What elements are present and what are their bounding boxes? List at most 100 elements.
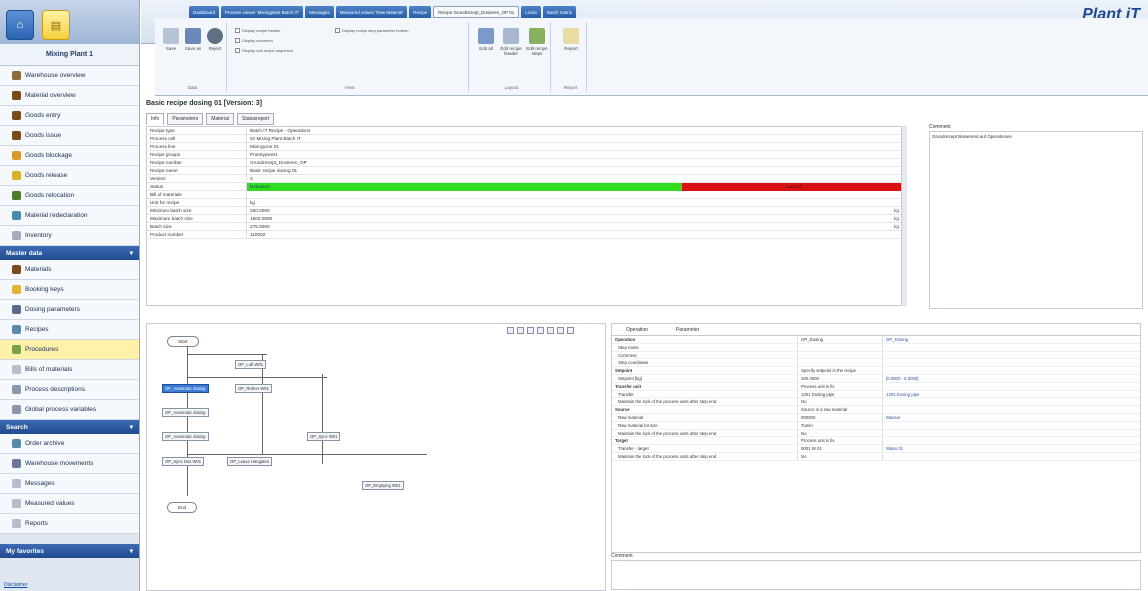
master-data-header[interactable]: Master data ▾ (0, 246, 139, 260)
tab-6[interactable]: Locks (521, 6, 542, 18)
sidebar-item-dosing[interactable]: Dosing parameters (0, 300, 139, 320)
operation-cell-b[interactable]: No (797, 398, 882, 406)
start-node[interactable]: Start (167, 336, 199, 347)
tab-5[interactable]: Recipe Grundrezept_Dosieren_OP 01 (433, 6, 520, 18)
display-unit-sequence-check[interactable]: Display unit recipe sequence (235, 48, 293, 53)
collapse-icon[interactable]: ▾ (130, 547, 133, 555)
operation-row[interactable]: Step name (612, 343, 1140, 352)
operation-cell-b[interactable]: No (797, 429, 882, 437)
sidebar-item-archive[interactable]: Order archive (0, 434, 139, 454)
operation-cell-b[interactable]: Source is a raw material (797, 406, 882, 413)
operation-row[interactable]: Raw material lot size Tumin (612, 421, 1140, 430)
property-value[interactable] (247, 191, 905, 198)
op-automatic-dosing-node[interactable]: OP_Automatic dosing (162, 384, 209, 393)
sidebar-item-inventory[interactable]: Inventory (0, 226, 139, 246)
sidebar-item-process[interactable]: Process descriptions (0, 380, 139, 400)
tab-4[interactable]: Recipe (409, 6, 432, 18)
operation-row[interactable]: Transfer unit Process unit is fix (612, 382, 1140, 391)
save-button[interactable]: Save (161, 28, 181, 51)
operation-cell-b[interactable] (797, 343, 882, 351)
operation-cell-c[interactable] (882, 429, 1140, 437)
operation-row[interactable]: Maintain the lock of the process units a… (612, 452, 1140, 461)
edit-steps-button[interactable]: Edit recipe steps (525, 28, 549, 56)
operation-cell-c[interactable]: 1301 Dosing pipe (882, 390, 1140, 398)
op-leave-node[interactable]: OP_Leave Hangaten (227, 457, 273, 466)
operation-cell-c[interactable] (882, 452, 1140, 460)
edit-header-button[interactable]: Edit recipe header (499, 28, 523, 56)
operation-cell-b[interactable]: Process unit is fix (797, 382, 882, 390)
zoom-in-icon[interactable] (517, 327, 524, 334)
operation-cell-c[interactable] (882, 437, 1140, 445)
sidebar-item-goods-release[interactable]: Goods release (0, 166, 139, 186)
operation-cell-b[interactable]: 0001 W 01 (797, 445, 882, 452)
sidebar-item-goods-issue[interactable]: Goods issue (0, 126, 139, 146)
property-value[interactable]: 275.0000 kg (247, 223, 905, 230)
grid-icon[interactable] (557, 327, 564, 334)
sidebar-item-goods-entry[interactable]: Goods entry (0, 106, 139, 126)
operation-cell-b[interactable] (797, 351, 882, 359)
operation-row[interactable]: Maintain the lock of the process units a… (612, 398, 1140, 407)
status-released[interactable]: Released (247, 183, 682, 191)
property-value[interactable]: 3 (247, 175, 905, 182)
report-button[interactable]: Report (559, 28, 583, 51)
status-cell[interactable]: Released Locked (247, 183, 905, 191)
operation-row[interactable]: Operation OP_Dosing OP_Dosing (612, 336, 1140, 344)
operation-row[interactable]: Step coordinate (612, 359, 1140, 368)
tab-statusreport[interactable]: Statusreport (236, 113, 275, 125)
property-value[interactable]: 01 Mixing Plant Batch IT (247, 135, 905, 142)
sidebar-item-warehouse[interactable]: Warehouse overview (0, 66, 139, 86)
pointer-icon[interactable] (507, 327, 514, 334)
sidebar-item-recipes[interactable]: Recipes (0, 320, 139, 340)
operation-row[interactable]: Raw material 000000 Wasser (612, 413, 1140, 422)
display-recipe-header-check[interactable]: Display recipe header (235, 28, 281, 33)
tab-material[interactable]: Material (206, 113, 234, 125)
tab-operation[interactable]: Operation (612, 324, 662, 335)
tab-3[interactable]: Measured values 'Raw Material' (335, 6, 408, 18)
tab-info[interactable]: Info (146, 113, 165, 125)
favorites-header[interactable]: My favorites ▾ (0, 544, 139, 558)
sidebar-item-reports[interactable]: Reports (0, 514, 139, 534)
operation-cell-c[interactable] (882, 406, 1140, 413)
sidebar-item-procedures[interactable]: Procedures (0, 340, 139, 360)
sidebar-item-material[interactable]: Material overview (0, 86, 139, 106)
op-emptying-node[interactable]: OP_Emptying W01 (362, 481, 404, 490)
property-value[interactable]: kg (247, 199, 905, 206)
property-value[interactable]: Basic recipe dosing 01 (247, 167, 905, 174)
operation-cell-c[interactable]: Wasser (882, 413, 1140, 421)
sort-icon[interactable] (567, 327, 574, 334)
property-value[interactable]: 1500.0000 kg (247, 215, 905, 222)
operation-cell-c[interactable] (882, 398, 1140, 406)
operation-cell-c[interactable]: [0.0000 - 5.0000] (882, 374, 1140, 382)
op-sync-node[interactable]: OP_Sync W01 (307, 432, 341, 441)
reject-button[interactable]: Reject (205, 28, 225, 51)
sidebar-item-movements[interactable]: Warehouse movements (0, 454, 139, 474)
operation-row[interactable]: Source Source is a raw material (612, 406, 1140, 414)
display-comment-check[interactable]: Display comment (235, 38, 273, 43)
operation-row[interactable]: Setpoint [kg] 100.0000 [0.0000 - 5.0000] (612, 374, 1140, 383)
op-luft-node[interactable]: OP_Luft W01 (235, 360, 267, 369)
operation-cell-c[interactable] (882, 351, 1140, 359)
operation-cell-b[interactable]: Tumin (797, 421, 882, 429)
chart-icon[interactable] (547, 327, 554, 334)
operation-cell-b[interactable]: 100.0000 (797, 374, 882, 382)
operation-comment-textarea[interactable] (611, 560, 1141, 590)
zoom-out-icon[interactable] (527, 327, 534, 334)
search-header[interactable]: Search ▾ (0, 420, 139, 434)
tab-2[interactable]: Messages (305, 6, 334, 18)
disclaimer-link[interactable]: Disclaimer (4, 582, 27, 588)
operation-cell-b[interactable]: OP_Dosing (797, 336, 882, 343)
collapse-icon[interactable]: ▾ (130, 249, 133, 257)
operation-cell-b[interactable]: Process unit is fix (797, 437, 882, 445)
tab-parameters[interactable]: Parameters (167, 113, 204, 125)
property-value[interactable]: 110002 (247, 231, 905, 238)
property-value[interactable]: 250.0000 kg (247, 207, 905, 214)
property-value[interactable]: Batch IT Recipe - Operations (247, 127, 905, 134)
op-ruehrer-node[interactable]: OP_Rührer W01 (235, 384, 272, 393)
save-as-button[interactable]: Save as (183, 28, 203, 51)
operation-cell-c[interactable]: Waan 01 (882, 445, 1140, 452)
sidebar-item-bom[interactable]: Bills of materials (0, 360, 139, 380)
operation-cell-c[interactable] (882, 421, 1140, 429)
tab-7[interactable]: Batch matrix (543, 6, 577, 18)
edit-all-button[interactable]: Edit all (475, 28, 497, 51)
operation-row[interactable]: Setpoint Specify setpoint in the recipe (612, 367, 1140, 375)
